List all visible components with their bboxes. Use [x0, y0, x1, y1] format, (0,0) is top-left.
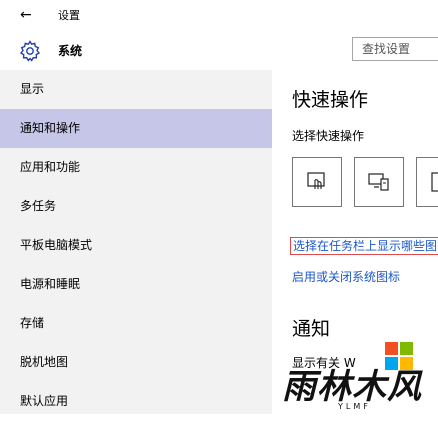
sidebar-item-display[interactable]: 显示 [0, 70, 272, 109]
sidebar-item-storage[interactable]: 存储 [0, 304, 272, 343]
sidebar-item-notifications-actions[interactable]: 通知和操作 [0, 109, 272, 148]
connect-icon [368, 173, 389, 191]
sidebar-item-apps-features[interactable]: 应用和功能 [0, 148, 272, 187]
header: 系统 查找设置 [0, 32, 438, 70]
watermark-logo: 雨林木风 YLMF [280, 338, 438, 414]
quick-actions-subheading: 选择快速操作 [292, 129, 365, 143]
search-placeholder: 查找设置 [362, 42, 411, 56]
tablet-mode-icon [307, 172, 325, 189]
quick-action-tile-tablet[interactable] [292, 157, 342, 207]
search-input[interactable]: 查找设置 [352, 37, 438, 61]
sidebar-item-multitasking[interactable]: 多任务 [0, 187, 272, 226]
system-icons-link[interactable]: 启用或关闭系统图标 [292, 269, 400, 285]
sidebar-item-offline-maps[interactable]: 脱机地图 [0, 343, 272, 382]
sidebar-item-power-sleep[interactable]: 电源和睡眠 [0, 265, 272, 304]
back-arrow-icon[interactable]: ← [20, 6, 32, 24]
watermark-sub-text: YLMF [338, 402, 371, 411]
sidebar-item-tablet-mode[interactable]: 平板电脑模式 [0, 226, 272, 265]
quick-action-tile-connect[interactable] [354, 157, 404, 207]
title-bar: ← 设置 [0, 0, 438, 32]
sidebar: 显示 通知和操作 应用和功能 多任务 平板电脑模式 电源和睡眠 存储 脱机地图 … [0, 70, 272, 414]
sidebar-item-default-apps[interactable]: 默认应用 [0, 382, 272, 421]
page-title: 系统 [58, 44, 83, 58]
taskbar-icons-link[interactable]: 选择在任务栏上显示哪些图 [290, 237, 438, 255]
watermark-brand-text: 雨林木风 [282, 367, 422, 407]
window-title: 设置 [58, 9, 80, 22]
note-icon [431, 172, 438, 192]
quick-action-tile-note[interactable] [416, 157, 438, 207]
quick-actions-heading: 快速操作 [292, 89, 369, 111]
gear-icon [19, 40, 41, 62]
